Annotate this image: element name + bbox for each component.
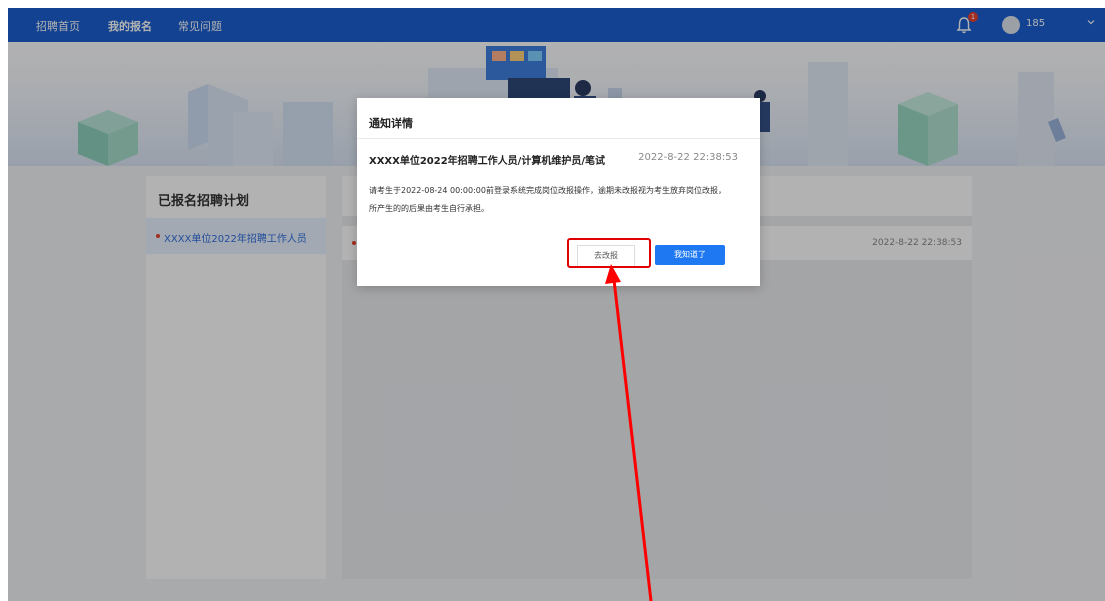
modify-registration-button[interactable]: 去改报 xyxy=(577,245,635,267)
modal-title: 通知详情 xyxy=(369,117,413,130)
notice-body-line: 所产生的的后果由考生自行承担。 xyxy=(369,204,489,213)
notice-body: 请考生于2022-08-24 00:00:00前登录系统完成岗位改报操作，逾期未… xyxy=(369,182,744,218)
notice-body-line: 请考生于2022-08-24 00:00:00前登录系统完成岗位改报操作，逾期未… xyxy=(369,186,726,195)
notice-subject: XXXX单位2022年招聘工作人员/计算机维护员/笔试 xyxy=(369,156,605,167)
notice-time: 2022-8-22 22:38:53 xyxy=(638,152,738,163)
app-root: 招聘首页 我的报名 常见问题 1 185 已报名招聘计划 XXXX单位2022年… xyxy=(8,8,1105,601)
notice-detail-modal: 通知详情 XXXX单位2022年招聘工作人员/计算机维护员/笔试 2022-8-… xyxy=(357,98,760,286)
modal-overlay[interactable] xyxy=(8,8,1105,601)
acknowledge-button[interactable]: 我知道了 xyxy=(655,245,725,265)
modal-divider xyxy=(357,138,760,139)
